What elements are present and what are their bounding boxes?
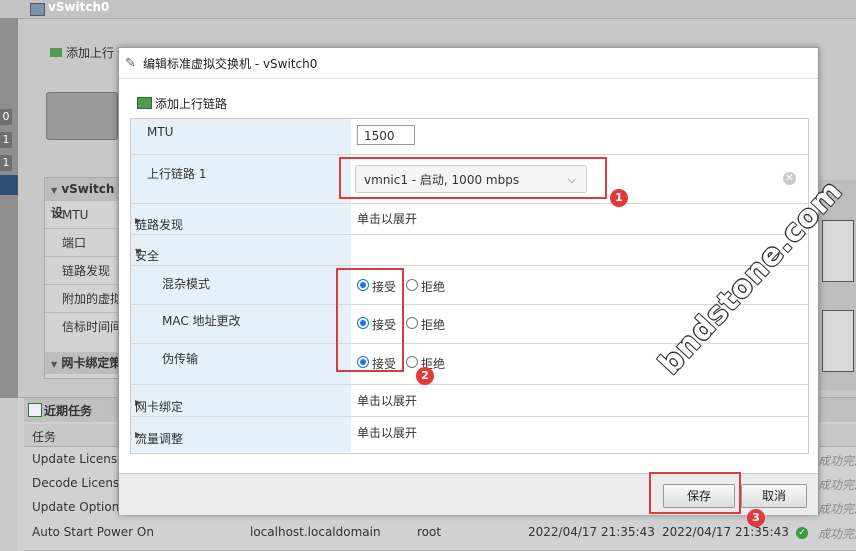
traffic-shaping-value: 单击以展开	[357, 426, 418, 440]
forged-label: 伪传输	[162, 352, 199, 366]
recent-tasks-title: 近期任务	[44, 404, 93, 418]
left-number: 1	[0, 155, 12, 171]
panel-row: 信标时间间	[45, 312, 125, 340]
annotation-badge: 1	[610, 189, 628, 207]
annotation-badge: 3	[747, 509, 765, 527]
dialog-footer: 保存 取消	[119, 472, 818, 515]
uplink-label: 上行链路 1	[147, 167, 207, 181]
mtu-label: MTU	[147, 125, 174, 139]
link-discovery-value: 单击以展开	[357, 212, 418, 226]
task-queued-time: 2022/04/17 21:35:43	[528, 525, 655, 539]
panel-row: 链路发现	[45, 256, 125, 284]
traffic-shaping-label: 流量调整	[135, 432, 184, 446]
task-result: 成功完成	[818, 502, 856, 516]
nic-teaming-row[interactable]: ▶ 网卡绑定 单击以展开	[131, 385, 808, 417]
left-number: 1	[0, 132, 12, 148]
task-result: 成功完成	[818, 527, 856, 541]
left-number: 0	[0, 109, 12, 125]
success-check-icon: ✓	[796, 527, 808, 539]
task-result: 成功完成	[818, 454, 856, 468]
dialog-title: 编辑标准虚拟交换机 - vSwitch0	[143, 57, 318, 71]
add-uplink-icon	[50, 48, 62, 57]
table-row[interactable]: Auto Start Power On localhost.localdomai…	[24, 519, 856, 551]
background-add-uplink[interactable]: 添加上行	[50, 44, 114, 61]
promiscuous-reject-radio[interactable]	[406, 279, 418, 291]
background-window-title: vSwitch0	[48, 0, 110, 14]
annotation-badge: 2	[416, 367, 434, 385]
add-uplink-label: 添加上行链路	[155, 97, 228, 111]
link-discovery-row[interactable]: ▶ 链路发现 单击以展开	[131, 204, 808, 235]
highlight-box-uplink	[339, 157, 607, 199]
column-task[interactable]: 任务	[32, 428, 56, 445]
pencil-icon: ✎	[125, 56, 136, 71]
left-strip: 0 1 1	[0, 18, 18, 398]
security-label: 安全	[135, 249, 160, 263]
task-name: Auto Start Power On	[32, 525, 154, 539]
background-titlebar: vSwitch0	[0, 0, 856, 19]
highlight-box-security	[336, 268, 404, 372]
task-target: localhost.localdomain	[250, 525, 381, 539]
topology-box	[822, 220, 854, 282]
background-vswitch-panel: ▼ vSwitch 设 MTU 端口 链路发现 附加的虚拟 信标时间间 ▼ 网卡…	[44, 177, 126, 379]
add-uplink-icon	[137, 97, 152, 109]
panel-row: 附加的虚拟	[45, 284, 125, 312]
panel-row: 端口	[45, 228, 125, 256]
tasks-icon	[28, 403, 42, 417]
panel-header-2[interactable]: ▼ 网卡绑定策	[45, 352, 125, 374]
task-name: Update License	[32, 452, 125, 466]
task-name: Decode License	[32, 476, 127, 490]
link-discovery-label: 链路发现	[135, 218, 184, 232]
promiscuous-label: 混杂模式	[162, 277, 211, 291]
security-row[interactable]: ▼ 安全	[131, 235, 808, 266]
task-start-time: 2022/04/17 21:35:43	[662, 525, 789, 539]
highlight-box-save	[649, 472, 741, 514]
traffic-shaping-row[interactable]: ▶ 流量调整 单击以展开	[131, 417, 808, 452]
edit-vswitch-dialog: ✎ 编辑标准虚拟交换机 - vSwitch0 添加上行链路 MTU 1500 上…	[118, 47, 819, 527]
left-selected-item[interactable]	[0, 175, 18, 195]
nic-teaming-value: 单击以展开	[357, 394, 418, 408]
mac-change-label: MAC 地址更改	[162, 314, 241, 328]
panel-row: MTU	[45, 200, 125, 228]
remove-uplink-icon[interactable]: ✕	[783, 172, 796, 185]
dialog-titlebar[interactable]: ✎ 编辑标准虚拟交换机 - vSwitch0	[119, 48, 818, 79]
panel-header[interactable]: ▼ vSwitch 设	[45, 178, 125, 220]
switch-graphic-icon	[46, 92, 118, 140]
mtu-input[interactable]: 1500	[357, 125, 415, 145]
task-name: Update Options	[32, 500, 126, 514]
cancel-button[interactable]: 取消	[741, 484, 807, 508]
mac-change-reject-radio[interactable]	[406, 317, 418, 329]
mtu-row: MTU 1500	[131, 119, 808, 155]
task-user: root	[417, 525, 442, 539]
forged-reject-radio[interactable]	[406, 356, 418, 368]
task-result: 成功完成	[818, 478, 856, 492]
reject-label: 拒绝	[421, 318, 446, 332]
topology-box	[822, 310, 854, 372]
vswitch-icon	[30, 3, 45, 16]
nic-teaming-label: 网卡绑定	[135, 400, 184, 414]
reject-label: 拒绝	[421, 280, 446, 294]
